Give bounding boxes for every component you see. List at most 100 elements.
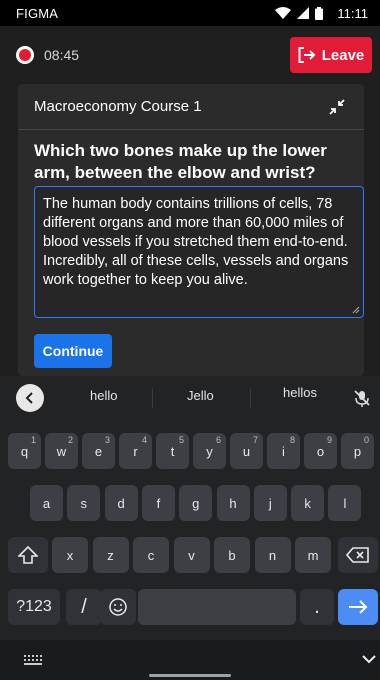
key-number-hint: 8 [289, 435, 295, 445]
key-h[interactable]: h [216, 485, 250, 521]
resize-handle-icon[interactable] [350, 304, 360, 314]
key-label: k [304, 495, 311, 511]
suggestion-divider [250, 388, 251, 408]
key-b[interactable]: b [214, 537, 250, 573]
suggestion-1[interactable]: hello [90, 388, 117, 403]
key-label: f [156, 495, 161, 511]
mic-off-icon[interactable] [352, 388, 372, 408]
home-indicator[interactable] [149, 674, 231, 677]
key-m[interactable]: m [295, 537, 331, 573]
key-label: b [228, 547, 236, 563]
key-number-hint: 1 [30, 435, 36, 445]
key-r[interactable]: r4 [119, 433, 152, 469]
key-c[interactable]: c [133, 537, 169, 573]
suggestion-3[interactable]: hellos [283, 385, 317, 400]
slash-key-label: / [81, 595, 87, 618]
enter-key[interactable] [338, 589, 378, 625]
key-a[interactable]: a [30, 485, 63, 521]
key-label: u [242, 443, 251, 459]
course-title: Macroeconomy Course 1 [34, 98, 202, 115]
key-u[interactable]: u7 [230, 433, 263, 469]
suggestion-2[interactable]: Jello [187, 388, 214, 403]
clock-time: 11:11 [337, 5, 368, 21]
key-number-hint: 3 [104, 435, 110, 445]
question-text: Which two bones make up the lower arm, b… [34, 141, 327, 182]
key-number-hint: 7 [252, 435, 258, 445]
key-o[interactable]: o9 [304, 433, 337, 469]
answer-textarea[interactable]: The human body contains trillions of cel… [34, 186, 364, 318]
key-label: m [307, 547, 319, 563]
key-q[interactable]: q1 [8, 433, 41, 469]
key-y[interactable]: y6 [193, 433, 226, 469]
key-k[interactable]: k [291, 485, 325, 521]
key-f[interactable]: f [141, 485, 175, 521]
keyboard-back-button[interactable] [16, 384, 44, 412]
spacebar-key[interactable] [138, 589, 296, 625]
key-l[interactable]: l [328, 485, 362, 521]
key-label: x [66, 547, 74, 563]
key-label: j [268, 495, 272, 511]
key-number-hint: 9 [326, 435, 332, 445]
key-e[interactable]: e3 [82, 433, 115, 469]
emoji-icon [109, 598, 127, 616]
leave-button[interactable]: Leave [290, 37, 372, 73]
key-label: s [80, 495, 88, 511]
key-number-hint: 4 [141, 435, 147, 445]
key-w[interactable]: w2 [45, 433, 78, 469]
shift-icon [18, 546, 38, 564]
answer-text: The human body contains trillions of cel… [43, 196, 349, 288]
key-label: i [282, 443, 285, 459]
key-i[interactable]: i8 [267, 433, 300, 469]
key-s[interactable]: s [67, 485, 101, 521]
period-key[interactable]: . [300, 589, 334, 625]
continue-label: Continue [42, 343, 104, 359]
collapse-icon [329, 98, 345, 115]
back-chevron-icon [25, 392, 33, 404]
key-label: z [107, 547, 114, 563]
signal-icon [297, 7, 310, 19]
key-label: l [343, 495, 347, 511]
slash-key[interactable]: / [66, 589, 102, 625]
period-key-label: . [314, 595, 320, 618]
key-label: c [147, 547, 155, 563]
key-label: p [353, 443, 362, 459]
chevron-down-icon[interactable] [362, 654, 376, 664]
key-label: d [117, 495, 125, 511]
keyboard-grid-icon[interactable] [24, 655, 42, 665]
key-label: n [268, 547, 277, 563]
session-header: 08:45 Leave [0, 30, 380, 80]
key-t[interactable]: t5 [156, 433, 189, 469]
leave-label: Leave [321, 46, 365, 64]
key-label: y [206, 443, 213, 459]
key-label: v [188, 547, 195, 563]
symbols-key[interactable]: ?123 [8, 589, 60, 625]
suggestion-divider [152, 388, 153, 408]
key-number-hint: 0 [363, 435, 369, 445]
continue-button[interactable]: Continue [34, 334, 112, 368]
key-v[interactable]: v [173, 537, 210, 573]
key-g[interactable]: g [179, 485, 213, 521]
record-icon [16, 46, 34, 64]
exit-icon [298, 47, 316, 63]
key-j[interactable]: j [253, 485, 287, 521]
key-label: o [316, 443, 325, 459]
symbols-key-label: ?123 [16, 598, 52, 615]
backspace-key[interactable] [338, 537, 378, 573]
key-z[interactable]: z [92, 537, 129, 573]
key-n[interactable]: n [254, 537, 291, 573]
shift-key[interactable] [8, 537, 48, 573]
emoji-key[interactable] [100, 589, 136, 625]
carrier-label: FIGMA [16, 5, 59, 21]
question-card: Macroeconomy Course 1 Which two bones ma… [18, 84, 364, 376]
status-bar: FIGMA 11:11 [0, 0, 380, 26]
card-header: Macroeconomy Course 1 [18, 84, 364, 130]
wifi-icon [275, 7, 292, 19]
enter-arrow-icon [349, 600, 368, 614]
key-label: a [42, 495, 51, 511]
key-x[interactable]: x [52, 537, 88, 573]
key-label: w [56, 443, 67, 459]
collapse-button[interactable] [326, 96, 348, 118]
key-p[interactable]: p0 [341, 433, 374, 469]
soft-keyboard: hello Jello hellos [0, 376, 380, 680]
key-d[interactable]: d [104, 485, 138, 521]
